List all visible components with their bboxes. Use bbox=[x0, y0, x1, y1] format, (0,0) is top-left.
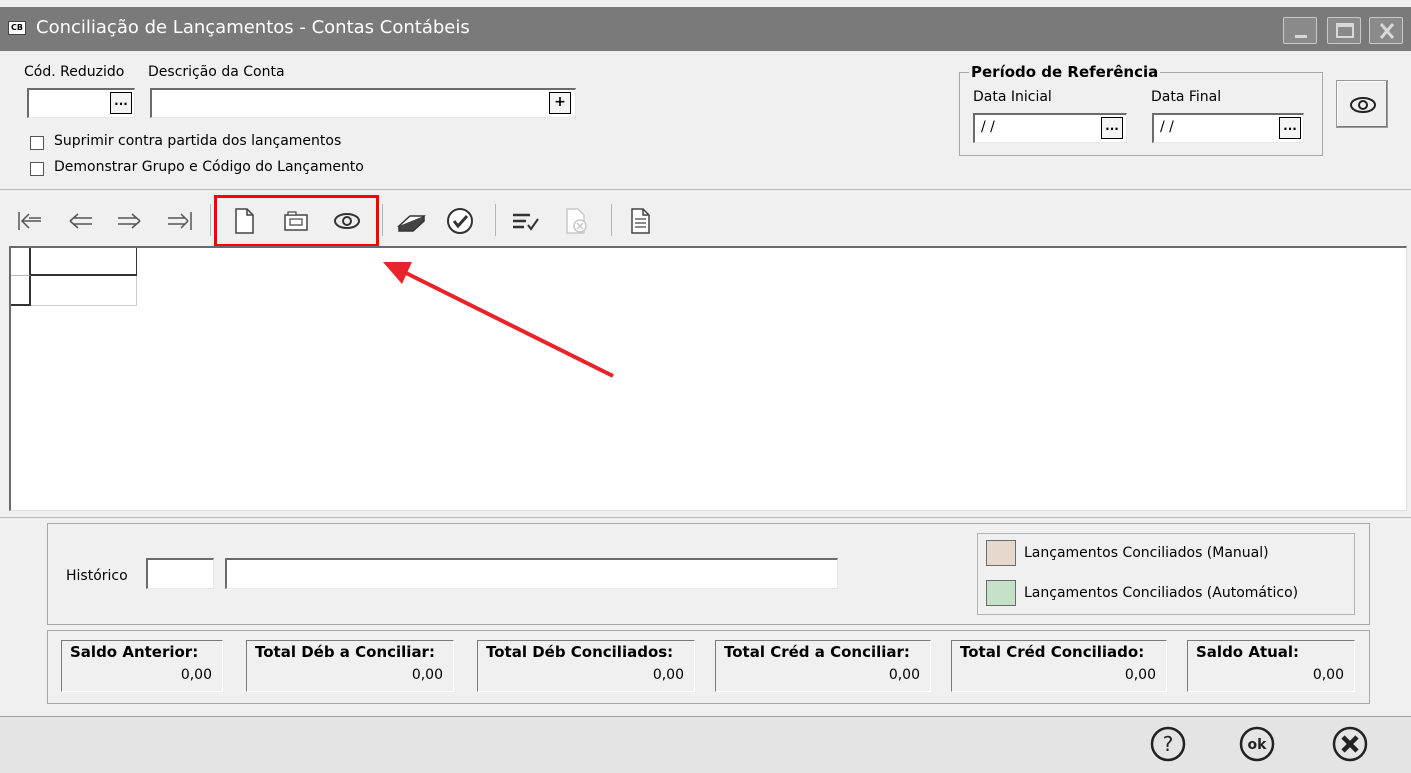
total-deb-a-conciliar-box: Total Déb a Conciliar: 0,00 bbox=[246, 640, 454, 692]
auto-legend-swatch bbox=[986, 580, 1016, 606]
total-cred-a-conciliar-value: 0,00 bbox=[888, 667, 920, 683]
total-deb-a-conciliar-value: 0,00 bbox=[411, 667, 443, 683]
total-deb-conciliados-label: Total Déb Conciliados: bbox=[486, 643, 674, 661]
total-cred-a-conciliar-box: Total Créd a Conciliar: 0,00 bbox=[715, 640, 931, 692]
saldo-atual-value: 0,00 bbox=[1312, 667, 1344, 683]
total-deb-a-conciliar-label: Total Déb a Conciliar: bbox=[255, 643, 435, 661]
manual-legend-swatch bbox=[986, 540, 1016, 566]
saldo-anterior-value: 0,00 bbox=[180, 667, 212, 683]
total-cred-conciliado-box: Total Créd Conciliado: 0,00 bbox=[951, 640, 1167, 692]
saldo-anterior-label: Saldo Anterior: bbox=[70, 643, 199, 661]
saldo-atual-label: Saldo Atual: bbox=[1196, 643, 1300, 661]
total-cred-a-conciliar-label: Total Créd a Conciliar: bbox=[724, 643, 910, 661]
footer-bar bbox=[0, 716, 1411, 773]
ok-label: ok bbox=[1248, 737, 1268, 753]
total-cred-conciliado-label: Total Créd Conciliado: bbox=[960, 643, 1145, 661]
manual-legend-label: Lançamentos Conciliados (Manual) bbox=[1024, 545, 1269, 561]
help-button[interactable]: ? bbox=[1148, 724, 1188, 764]
ok-button[interactable]: ok bbox=[1237, 724, 1277, 764]
total-deb-conciliados-value: 0,00 bbox=[652, 667, 684, 683]
total-cred-conciliado-value: 0,00 bbox=[1124, 667, 1156, 683]
total-deb-conciliados-box: Total Déb Conciliados: 0,00 bbox=[477, 640, 695, 692]
auto-legend-label: Lançamentos Conciliados (Automático) bbox=[1024, 585, 1299, 601]
saldo-anterior-box: Saldo Anterior: 0,00 bbox=[61, 640, 223, 692]
svg-text:?: ? bbox=[1163, 732, 1174, 756]
historico-text-input[interactable] bbox=[225, 558, 838, 589]
grid-bottom-separator bbox=[0, 517, 1411, 518]
saldo-atual-box: Saldo Atual: 0,00 bbox=[1187, 640, 1355, 692]
historico-label: Histórico bbox=[66, 568, 128, 584]
historico-code-input[interactable] bbox=[146, 558, 214, 589]
cancel-button[interactable] bbox=[1330, 724, 1370, 764]
